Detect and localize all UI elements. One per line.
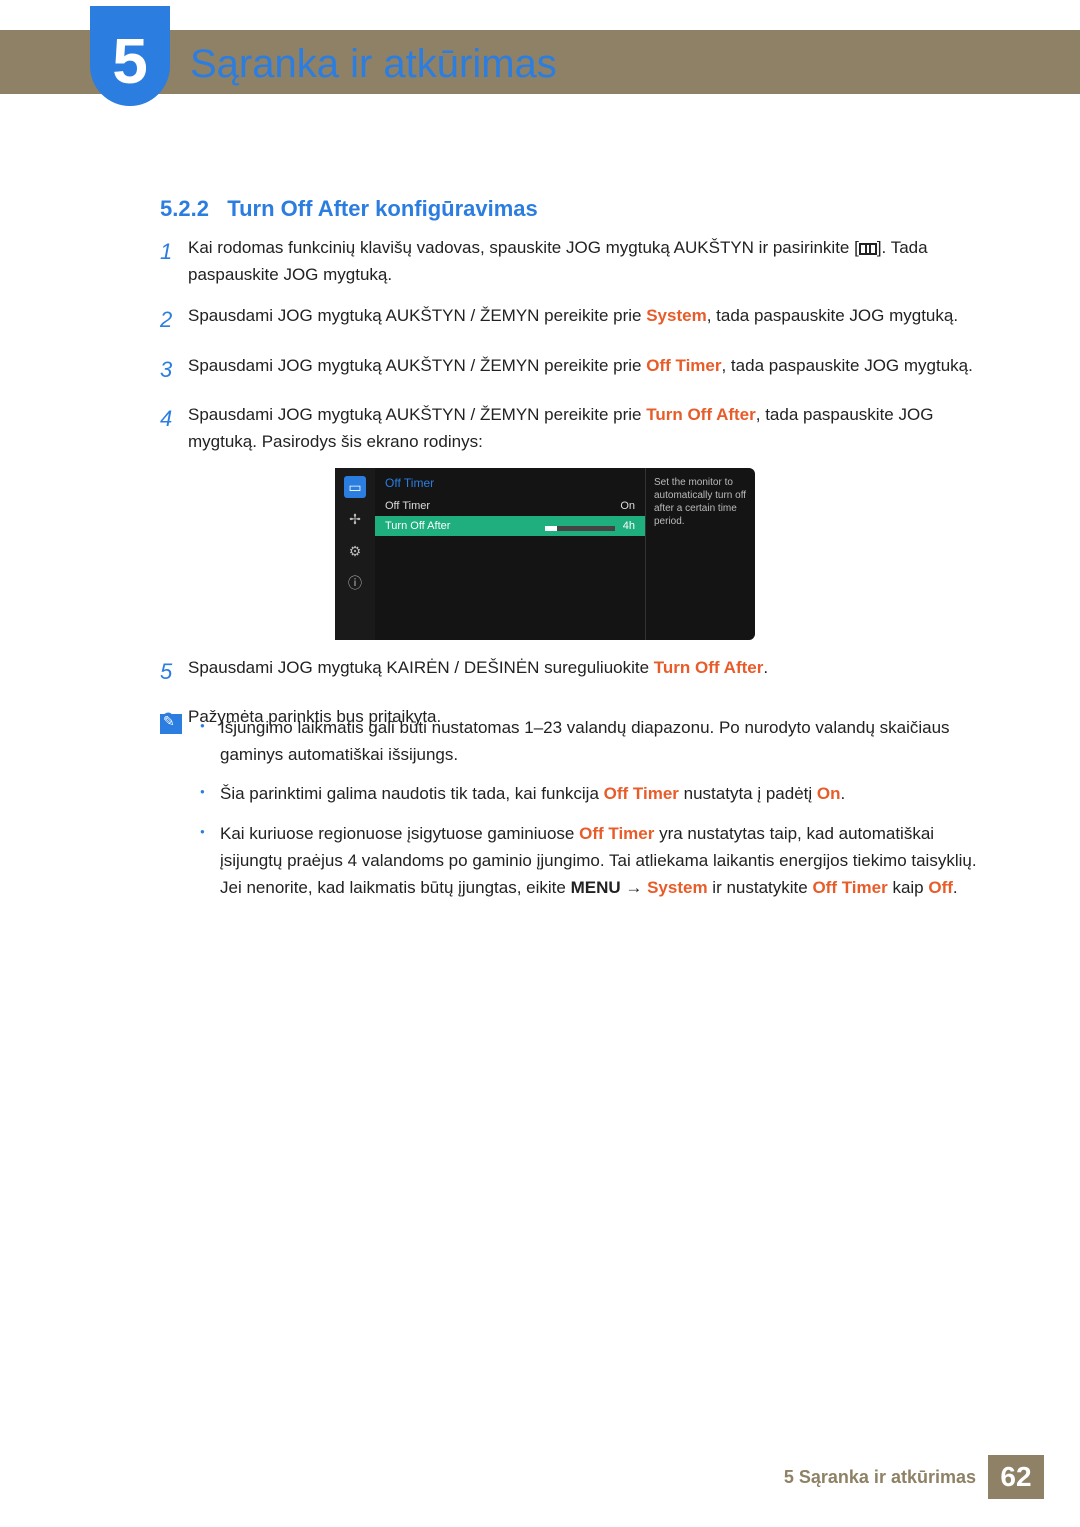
osd-row-value: On <box>620 500 635 512</box>
step-number: 3 <box>160 352 188 387</box>
chapter-title: Sąranka ir atkūrimas <box>190 42 557 87</box>
step-number: 5 <box>160 654 188 689</box>
highlight: Turn Off After <box>646 405 756 424</box>
text: , tada paspauskite JOG mygtuką. <box>707 306 958 325</box>
footer: 5 Sąranka ir atkūrimas 62 <box>784 1455 1044 1499</box>
menu-icon <box>859 243 877 255</box>
step-5: 5 Spausdami JOG mygtuką KAIRĖN / DEŠINĖN… <box>160 654 980 689</box>
text: Spausdami JOG mygtuką AUKŠTYN / ŽEMYN pe… <box>188 306 646 325</box>
highlight: System <box>647 878 707 897</box>
osd-row-value: 4h <box>623 520 635 532</box>
osd-row-off-timer: Off Timer On <box>375 496 645 516</box>
osd-main: Off Timer Off Timer On Turn Off After 4h <box>375 468 645 640</box>
chapter-number-badge: 5 <box>90 6 170 106</box>
info-icon: ⓘ <box>344 572 366 594</box>
highlight: System <box>646 306 706 325</box>
text: Šia parinktimi galima naudotis tik tada,… <box>220 784 604 803</box>
highlight: On <box>817 784 841 803</box>
note-item: Kai kuriuose regionuose įsigytuose gamin… <box>200 820 980 902</box>
gear-icon: ⚙ <box>344 540 366 562</box>
step-3: 3 Spausdami JOG mygtuką AUKŠTYN / ŽEMYN … <box>160 352 980 387</box>
step-number: 4 <box>160 401 188 455</box>
note-body: Išjungimo laikmatis gali būti nustatomas… <box>200 714 980 913</box>
note-item: Išjungimo laikmatis gali būti nustatomas… <box>200 714 980 768</box>
bold: MENU <box>571 878 621 897</box>
osd-description: Set the monitor to automatically turn of… <box>645 468 755 640</box>
step-body: Spausdami JOG mygtuką AUKŠTYN / ŽEMYN pe… <box>188 401 980 455</box>
text: Spausdami JOG mygtuką AUKŠTYN / ŽEMYN pe… <box>188 356 646 375</box>
osd-row-turn-off-after: Turn Off After 4h <box>375 516 645 536</box>
highlight: Off Timer <box>812 878 887 897</box>
highlight: Off Timer <box>604 784 679 803</box>
text: . <box>763 658 768 677</box>
step-4: 4 Spausdami JOG mygtuką AUKŠTYN / ŽEMYN … <box>160 401 980 455</box>
notes-block: Išjungimo laikmatis gali būti nustatomas… <box>160 714 980 913</box>
highlight: Off Timer <box>646 356 721 375</box>
osd-title: Off Timer <box>375 476 645 496</box>
text: kaip <box>888 878 929 897</box>
text: Spausdami JOG mygtuką KAIRĖN / DEŠINĖN s… <box>188 658 654 677</box>
highlight: Turn Off After <box>654 658 764 677</box>
monitor-icon: ▭ <box>344 476 366 498</box>
footer-label: 5 Sąranka ir atkūrimas <box>784 1467 976 1488</box>
step-number: 1 <box>160 234 188 288</box>
note-icon <box>160 714 182 734</box>
text: Kai kuriuose regionuose įsigytuose gamin… <box>220 824 579 843</box>
step-body: Kai rodomas funkcinių klavišų vadovas, s… <box>188 234 980 288</box>
text: , tada paspauskite JOG mygtuką. <box>721 356 972 375</box>
text: . <box>841 784 846 803</box>
text: Kai rodomas funkcinių klavišų vadovas, s… <box>188 238 859 257</box>
section-heading: 5.2.2 Turn Off After konfigūravimas <box>160 196 538 222</box>
arrow-icon: → <box>621 878 647 897</box>
osd-panel: ▭ ✢ ⚙ ⓘ Off Timer Off Timer On Turn Off … <box>335 468 755 640</box>
highlight: Off Timer <box>579 824 654 843</box>
step-body: Spausdami JOG mygtuką KAIRĖN / DEŠINĖN s… <box>188 654 980 689</box>
step-body: Spausdami JOG mygtuką AUKŠTYN / ŽEMYN pe… <box>188 302 980 337</box>
section-title: Turn Off After konfigūravimas <box>227 196 537 221</box>
step-list: 1 Kai rodomas funkcinių klavišų vadovas,… <box>160 234 980 469</box>
osd-row-label: Off Timer <box>385 500 430 512</box>
highlight: Off <box>928 878 953 897</box>
text: ir nustatykite <box>708 878 813 897</box>
note-item: Šia parinktimi galima naudotis tik tada,… <box>200 780 980 807</box>
step-1: 1 Kai rodomas funkcinių klavišų vadovas,… <box>160 234 980 288</box>
text: . <box>953 878 958 897</box>
osd-slider <box>545 526 615 531</box>
osd-row-label: Turn Off After <box>385 520 450 532</box>
footer-page-number: 62 <box>988 1455 1044 1499</box>
crosshair-icon: ✢ <box>344 508 366 530</box>
chapter-header: 5 Sąranka ir atkūrimas <box>90 6 557 106</box>
text: Spausdami JOG mygtuką AUKŠTYN / ŽEMYN pe… <box>188 405 646 424</box>
osd-sidebar: ▭ ✢ ⚙ ⓘ <box>335 468 375 640</box>
step-number: 2 <box>160 302 188 337</box>
text: nustatyta į padėtį <box>679 784 817 803</box>
section-number: 5.2.2 <box>160 196 209 221</box>
step-body: Spausdami JOG mygtuką AUKŠTYN / ŽEMYN pe… <box>188 352 980 387</box>
step-2: 2 Spausdami JOG mygtuką AUKŠTYN / ŽEMYN … <box>160 302 980 337</box>
